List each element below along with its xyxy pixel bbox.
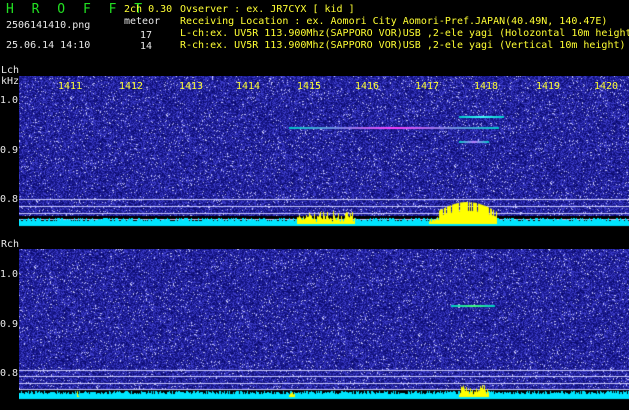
time-tick: 1412 xyxy=(119,81,144,92)
rch-freq-tick: 0.9 xyxy=(0,319,19,330)
lch-label: Lch xyxy=(1,65,20,76)
rch-freq-tick: 0.8 xyxy=(0,368,19,379)
time-tick: 1420 xyxy=(594,81,619,92)
time-tick: 1416 xyxy=(355,81,380,92)
timestamp: 25.06.14 14:10 xyxy=(6,40,91,51)
hrofft-window: H R O F F T 2506141410.png 25.06.14 14:1… xyxy=(0,0,629,410)
lch-spectrogram xyxy=(19,76,629,230)
time-tick: 1413 xyxy=(179,81,204,92)
khz-unit-label: kHz xyxy=(1,76,20,87)
time-tick: 1417 xyxy=(415,81,440,92)
rch-meteor-count: 14 xyxy=(140,41,153,52)
location-line: Receiving Location : ex. Aomori City Aom… xyxy=(180,16,608,27)
lch-freq-tick: 0.8 xyxy=(0,194,19,205)
rch-label: Rch xyxy=(1,239,20,250)
meteor-count-label: meteor xyxy=(124,16,161,27)
observer-line: Ovserver : ex. JR7CYX [ kid ] xyxy=(180,4,355,15)
time-tick: 1419 xyxy=(536,81,561,92)
lch-freq-tick: 0.9 xyxy=(0,145,19,156)
rch-receiver-line: R-ch:ex. UV5R 113.900Mhz(SAPPORO VOR)USB… xyxy=(180,40,626,51)
time-tick: 1418 xyxy=(474,81,499,92)
lch-receiver-line: L-ch:ex. UV5R 113.900Mhz(SAPPORO VOR)USB… xyxy=(180,28,629,39)
channel-mode: 2ch 0.30 xyxy=(124,4,173,15)
lch-meteor-count: 17 xyxy=(140,30,153,41)
file-name: 2506141410.png xyxy=(6,20,91,31)
rch-spectrogram xyxy=(19,249,629,403)
time-tick: 1411 xyxy=(58,81,83,92)
time-tick: 1414 xyxy=(236,81,261,92)
rch-freq-tick: 1.0 xyxy=(0,269,19,280)
lch-freq-tick: 1.0 xyxy=(0,95,19,106)
time-tick: 1415 xyxy=(297,81,322,92)
